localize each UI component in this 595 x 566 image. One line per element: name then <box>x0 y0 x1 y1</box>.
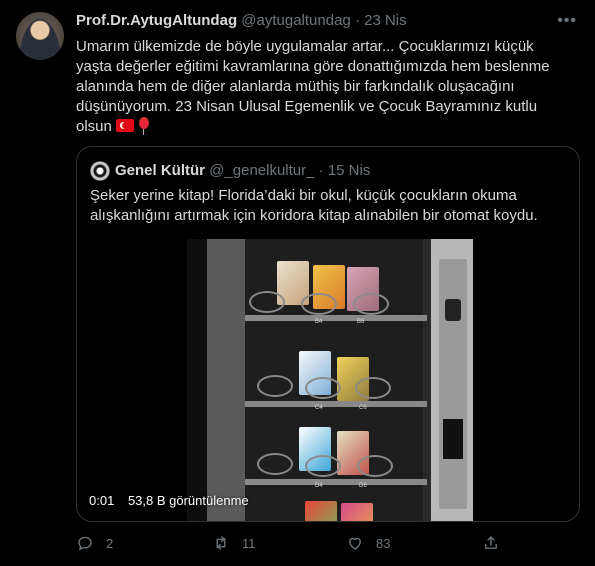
video-player[interactable]: B4 B6 C4 C6 D4 D6 <box>187 239 473 521</box>
video-views: 53,8 B görüntülenme <box>127 493 249 508</box>
coil <box>305 455 341 477</box>
slot-label: B4 <box>315 319 323 325</box>
retweet-button[interactable]: 11 <box>212 534 256 552</box>
tweet-date[interactable]: 23 Nis <box>364 12 407 29</box>
vending-machine-side <box>187 239 207 521</box>
author-avatar[interactable] <box>16 12 64 60</box>
quoted-tweet[interactable]: Genel Kültür @_genelkultur_ · 15 Nis Şek… <box>76 146 580 522</box>
reply-button[interactable]: 2 <box>76 534 113 552</box>
coil <box>301 293 337 315</box>
slot-label: C6 <box>359 405 367 411</box>
shelf <box>245 401 427 407</box>
quoted-author-handle: @_genelkultur_ <box>209 162 315 179</box>
author-handle[interactable]: @aytugaltundag <box>241 12 350 29</box>
balloon-emoji <box>138 117 150 135</box>
shelf <box>245 479 427 485</box>
coil <box>257 453 293 475</box>
author-name[interactable]: Prof.Dr.AytugAltundag <box>76 12 237 29</box>
turkish-flag-emoji <box>116 119 135 132</box>
slot-label: B6 <box>357 319 365 325</box>
coil <box>355 377 391 399</box>
like-count: 83 <box>376 535 391 551</box>
video-stats: 0:01 53,8 B görüntülenme <box>89 493 249 508</box>
shelf <box>245 315 427 321</box>
reply-count: 2 <box>106 535 114 551</box>
slot-label: D6 <box>359 483 367 489</box>
tweet-text: Umarım ülkemizde de böyle uygulamalar ar… <box>76 37 562 137</box>
heart-icon <box>349 537 361 550</box>
quoted-author-name: Genel Kültür <box>115 162 206 179</box>
retweet-icon <box>216 536 226 550</box>
tweet-header: Prof.Dr.AytugAltundag @aytugaltundag · 2… <box>76 12 407 29</box>
tweet-actions: 2 11 83 <box>76 534 576 558</box>
coin-slot <box>445 299 461 321</box>
video-time: 0:01 <box>89 493 115 508</box>
quoted-author-avatar <box>90 161 110 181</box>
retweet-count: 11 <box>242 535 256 551</box>
more-options-icon[interactable]: ••• <box>557 12 577 30</box>
keypad <box>443 419 463 459</box>
quoted-tweet-date: 15 Nis <box>327 162 371 179</box>
header-separator: · <box>354 12 360 29</box>
slot-label: C4 <box>315 405 323 411</box>
coil <box>257 375 293 397</box>
share-button[interactable] <box>482 534 500 552</box>
quoted-header-separator: · <box>318 162 324 179</box>
reply-icon <box>78 536 92 551</box>
coil <box>249 291 285 313</box>
quoted-tweet-header: Genel Kültür @_genelkultur_ · 15 Nis <box>115 162 370 179</box>
book <box>305 501 337 521</box>
slot-label: D4 <box>315 483 323 489</box>
vending-machine-door-edge <box>207 239 245 521</box>
like-button[interactable]: 83 <box>346 534 390 552</box>
share-icon <box>485 536 497 549</box>
vending-machine-panel-inset <box>439 259 467 509</box>
coil <box>357 455 393 477</box>
coil <box>305 377 341 399</box>
quoted-tweet-text: Şeker yerine kitap! Florida’daki bir oku… <box>90 187 538 224</box>
book <box>341 503 373 521</box>
coil <box>353 293 389 315</box>
